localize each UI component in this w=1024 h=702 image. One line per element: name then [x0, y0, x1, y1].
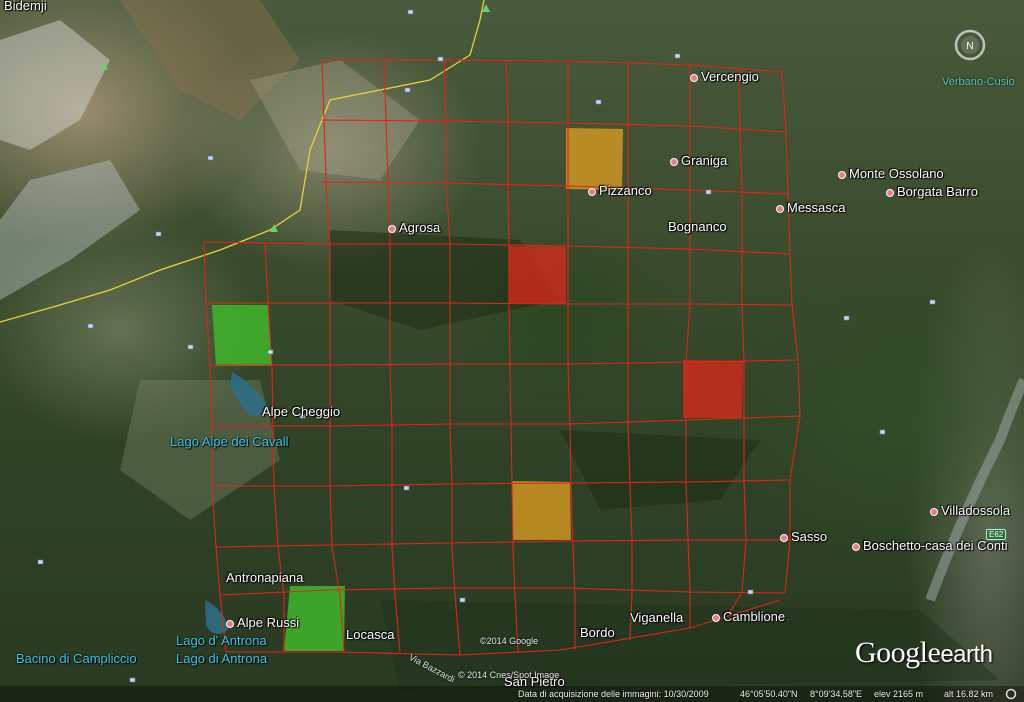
photo-marker-icon — [87, 323, 94, 329]
place-label-locasca[interactable]: Locasca — [346, 627, 394, 642]
photo-marker-icon — [674, 53, 681, 59]
photo-marker-icon — [403, 485, 410, 491]
photo-marker-icon — [407, 9, 414, 15]
photo-marker-icon — [187, 344, 194, 350]
place-dot-icon — [670, 157, 678, 166]
photo-marker-icon — [595, 99, 602, 105]
water-label-lago-di-antrona[interactable]: Lago di Antrona — [176, 651, 267, 666]
photo-marker-icon — [207, 155, 214, 161]
status-longitude: 8°09'34.58"E — [810, 689, 863, 699]
compass-icon[interactable]: N — [952, 27, 988, 63]
status-latitude: 46°05'50.40"N — [740, 689, 798, 699]
place-dot-icon — [588, 187, 596, 196]
place-dot-icon — [930, 507, 938, 516]
svg-text:N: N — [966, 41, 973, 52]
status-elevation: elev 2165 m — [874, 689, 924, 699]
place-dot-icon — [226, 619, 234, 628]
photo-marker-icon — [404, 87, 411, 93]
photo-marker-icon — [705, 189, 712, 195]
peak-icon — [100, 62, 108, 70]
photo-marker-icon — [459, 597, 466, 603]
place-label-camblione[interactable]: Camblione — [712, 609, 785, 624]
copyright-image: © 2014 Cnes/Spot Image — [458, 670, 560, 680]
google-earth-logo: Googleearth — [855, 636, 993, 669]
place-dot-icon — [852, 542, 860, 551]
place-dot-icon — [838, 170, 846, 179]
peak-icon — [482, 4, 490, 12]
place-label-vercengio[interactable]: Vercengio — [690, 69, 759, 84]
place-label-sasso[interactable]: Sasso — [780, 529, 827, 544]
photo-marker-icon — [267, 349, 274, 355]
peak-icon — [270, 224, 278, 232]
place-dot-icon — [886, 188, 894, 197]
photo-markers — [37, 4, 936, 683]
place-dot-icon — [690, 73, 698, 82]
status-date: Data di acquisizione delle immagini: 10/… — [518, 689, 709, 699]
water-label-lago-d-antrona[interactable]: Lago d' Antrona — [176, 633, 267, 648]
copyright-google: ©2014 Google — [480, 636, 539, 646]
place-label-graniga[interactable]: Graniga — [670, 153, 727, 168]
photo-marker-icon — [879, 429, 886, 435]
place-label-villadossola[interactable]: Villadossola — [930, 503, 1010, 518]
status-altitude: alt 16.82 km — [944, 689, 994, 699]
place-dot-icon — [776, 204, 784, 213]
place-dot-icon — [388, 224, 396, 233]
place-label-viganella[interactable]: Viganella — [630, 610, 683, 625]
place-dot-icon — [780, 533, 788, 542]
place-label-monte-ossolano[interactable]: Monte Ossolano — [838, 166, 944, 181]
place-label-alpe-russi[interactable]: Alpe Russi — [226, 615, 299, 630]
place-label-pizzanco[interactable]: Pizzanco — [588, 183, 652, 198]
water-label-lago-alpe-dei-cavalli[interactable]: Lago Alpe dei Cavall — [170, 434, 289, 449]
photo-marker-icon — [437, 56, 444, 62]
photo-marker-icon — [843, 315, 850, 321]
place-label-borgata-barro[interactable]: Borgata Barro — [886, 184, 978, 199]
photo-marker-icon — [747, 589, 754, 595]
place-dot-icon — [712, 613, 720, 622]
place-label-antronapiana[interactable]: Antronapiana — [226, 570, 303, 585]
photo-marker-icon — [37, 559, 44, 565]
region-label: Verbano-Cusio — [942, 76, 1015, 88]
place-label-agrosa[interactable]: Agrosa — [388, 220, 440, 235]
place-label-bordo[interactable]: Bordo — [580, 625, 615, 640]
place-label-messasca[interactable]: Messasca — [776, 200, 846, 215]
place-label-boschetto[interactable]: Boschetto-casa dei Conti — [852, 538, 1008, 553]
photo-marker-icon — [929, 299, 936, 305]
place-label-bognanco[interactable]: Bognanco — [668, 219, 727, 234]
satellite-map[interactable]: Bidemji Vercengio Graniga Pizzanco Monte… — [0, 0, 1024, 702]
status-bar — [0, 686, 1024, 702]
place-label-alpe-cheggio[interactable]: Alpe Cheggio — [262, 404, 340, 419]
highway-badge: E62 — [986, 529, 1007, 540]
place-label-bidemji[interactable]: Bidemji — [4, 0, 47, 13]
photo-marker-icon — [155, 231, 162, 237]
photo-marker-icon — [129, 677, 136, 683]
water-label-bacino-di-campliccio[interactable]: Bacino di Campliccio — [16, 651, 137, 666]
streaming-indicator-icon — [1005, 688, 1017, 700]
